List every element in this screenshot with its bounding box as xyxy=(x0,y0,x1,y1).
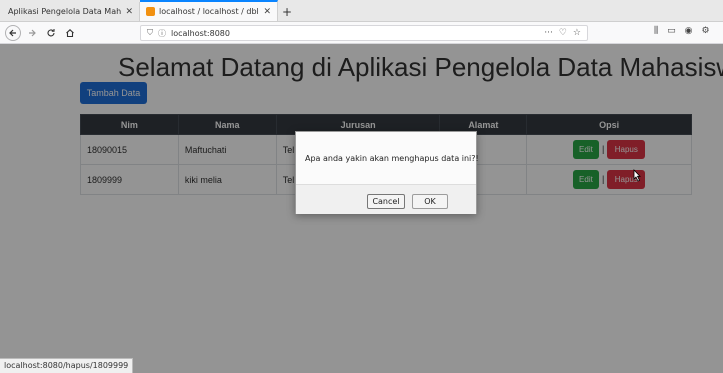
status-bar-url: localhost:8080/hapus/1809999 xyxy=(0,358,134,373)
close-tab-icon[interactable]: ✕ xyxy=(263,7,271,17)
phpmyadmin-favicon-icon xyxy=(146,7,155,16)
tab-bar: Aplikasi Pengelola Data Mahas ✕ localhos… xyxy=(0,0,723,22)
info-icon: ⓘ xyxy=(158,28,166,38)
home-icon xyxy=(66,28,74,37)
address-bar[interactable]: ⛉ ⓘ localhost:8080 ··· ♡ ☆ xyxy=(140,25,588,41)
page-actions-menu-icon[interactable]: ··· xyxy=(544,28,553,38)
ok-button[interactable]: OK xyxy=(412,194,448,209)
browser-tab-phpmyadmin[interactable]: localhost / localhost / dbl ✕ xyxy=(140,0,278,21)
home-button[interactable] xyxy=(62,25,78,41)
new-tab-button[interactable]: + xyxy=(278,2,296,21)
sidebar-icon[interactable]: ▭ xyxy=(667,26,676,36)
forward-button[interactable] xyxy=(24,25,40,41)
navigation-bar: ⛉ ⓘ localhost:8080 ··· ♡ ☆ ⫼ ▭ ◉ ⚙ xyxy=(0,22,723,44)
library-icon[interactable]: ⫼ xyxy=(654,26,658,36)
reload-button[interactable] xyxy=(43,25,59,41)
shield-icon: ⛉ xyxy=(147,28,153,37)
back-button[interactable] xyxy=(5,24,21,41)
bookmark-star-icon[interactable]: ☆ xyxy=(573,28,581,38)
account-icon[interactable]: ◉ xyxy=(685,26,693,36)
close-tab-icon[interactable]: ✕ xyxy=(125,7,133,17)
url-text: localhost:8080 xyxy=(171,28,230,38)
back-arrow-icon xyxy=(9,29,16,36)
settings-icon[interactable]: ⚙ xyxy=(702,26,710,36)
page-viewport: Selamat Datang di Aplikasi Pengelola Dat… xyxy=(0,44,723,373)
confirm-dialog: Apa anda yakin akan menghapus data ini?!… xyxy=(295,131,479,214)
reload-icon xyxy=(47,28,55,36)
dialog-message: Apa anda yakin akan menghapus data ini?! xyxy=(305,154,479,163)
pocket-icon[interactable]: ♡ xyxy=(559,28,567,38)
tab-title: Aplikasi Pengelola Data Mahas xyxy=(8,7,122,16)
mouse-pointer-icon xyxy=(633,169,641,182)
browser-tab-app[interactable]: Aplikasi Pengelola Data Mahas ✕ xyxy=(2,2,140,21)
tab-title: localhost / localhost / dbl xyxy=(159,7,259,16)
dialog-footer: Cancel OK xyxy=(296,184,476,214)
cancel-button[interactable]: Cancel xyxy=(367,194,405,209)
forward-arrow-icon xyxy=(29,29,36,36)
toolbar-icons: ⫼ ▭ ◉ ⚙ xyxy=(654,26,710,36)
